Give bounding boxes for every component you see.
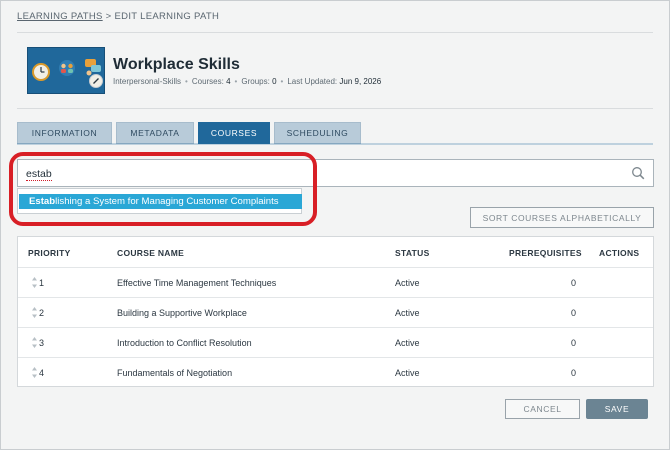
courses-count: 4	[226, 77, 231, 86]
row-status: Active	[395, 308, 420, 318]
header-divider-top	[17, 32, 653, 33]
row-course-name: Building a Supportive Workplace	[117, 308, 247, 318]
drag-handle-icon[interactable]	[32, 277, 37, 288]
meta-separator-dot: •	[185, 77, 188, 86]
tab-courses[interactable]: COURSES	[198, 122, 270, 144]
column-header-course-name: COURSE NAME	[117, 248, 185, 258]
last-updated-value: Jun 9, 2026	[339, 77, 382, 86]
table-row[interactable]: 1 Effective Time Management Techniques A…	[18, 267, 653, 297]
drag-handle-icon[interactable]	[32, 307, 37, 318]
last-updated-label: Last Updated:	[287, 77, 338, 86]
meta-separator-dot: •	[280, 77, 284, 86]
row-course-name: Introduction to Conflict Resolution	[117, 338, 252, 348]
table-row[interactable]: 4 Fundamentals of Negotiation Active 0	[18, 357, 653, 387]
row-priority: 4	[39, 368, 45, 378]
table-row[interactable]: 3 Introduction to Conflict Resolution Ac…	[18, 327, 653, 357]
breadcrumb-learning-paths-link[interactable]: LEARNING PATHS	[17, 11, 103, 22]
cancel-button[interactable]: CANCEL	[505, 399, 580, 419]
search-icon[interactable]	[631, 166, 645, 180]
row-priority: 2	[39, 308, 45, 318]
category-value: Interpersonal-Skills	[113, 77, 182, 86]
courses-table: PRIORITY COURSE NAME STATUS PREREQUISITE…	[17, 236, 654, 387]
column-header-status: STATUS	[395, 248, 430, 258]
groups-count: 0	[272, 77, 277, 86]
drag-handle-icon[interactable]	[32, 367, 37, 378]
row-prerequisites: 0	[571, 308, 577, 318]
column-header-actions: ACTIONS	[599, 248, 640, 258]
row-prerequisites: 0	[571, 278, 577, 288]
breadcrumb: LEARNING PATHS > EDIT LEARNING PATH	[17, 11, 219, 22]
page-title: Workplace Skills	[113, 56, 240, 73]
learning-path-meta: Interpersonal-Skills • Courses: 4 • Groups: …	[113, 77, 381, 86]
tab-information[interactable]: INFORMATION	[17, 122, 112, 144]
table-row[interactable]: 2 Building a Supportive Workplace Active…	[18, 297, 653, 327]
save-button[interactable]: SAVE	[586, 399, 648, 419]
column-header-priority: PRIORITY	[28, 248, 71, 258]
header-divider-bottom	[17, 108, 653, 109]
row-course-name: Fundamentals of Negotiation	[117, 368, 233, 378]
column-header-prerequisites: PREREQUISITES	[509, 248, 582, 258]
drag-handle-icon[interactable]	[32, 337, 37, 348]
meta-separator-dot: •	[234, 77, 238, 86]
callout-highlight-outline	[9, 152, 317, 226]
breadcrumb-separator: >	[105, 11, 112, 22]
learning-path-thumbnail	[27, 47, 105, 94]
courses-label: Courses:	[191, 77, 224, 86]
row-course-name: Effective Time Management Techniques	[117, 278, 277, 288]
breadcrumb-current: EDIT LEARNING PATH	[114, 11, 220, 22]
tab-scheduling[interactable]: SCHEDULING	[274, 122, 361, 144]
groups-label: Groups:	[241, 77, 270, 86]
tab-rule	[17, 143, 653, 145]
row-status: Active	[395, 338, 420, 348]
row-priority: 1	[39, 278, 45, 288]
sort-courses-alphabetically-button[interactable]: SORT COURSES ALPHABETICALLY	[470, 207, 654, 228]
row-priority: 3	[39, 338, 45, 348]
row-prerequisites: 0	[571, 338, 577, 348]
tab-metadata[interactable]: METADATA	[116, 122, 194, 144]
row-status: Active	[395, 368, 420, 378]
row-prerequisites: 0	[571, 368, 577, 378]
row-status: Active	[395, 278, 420, 288]
